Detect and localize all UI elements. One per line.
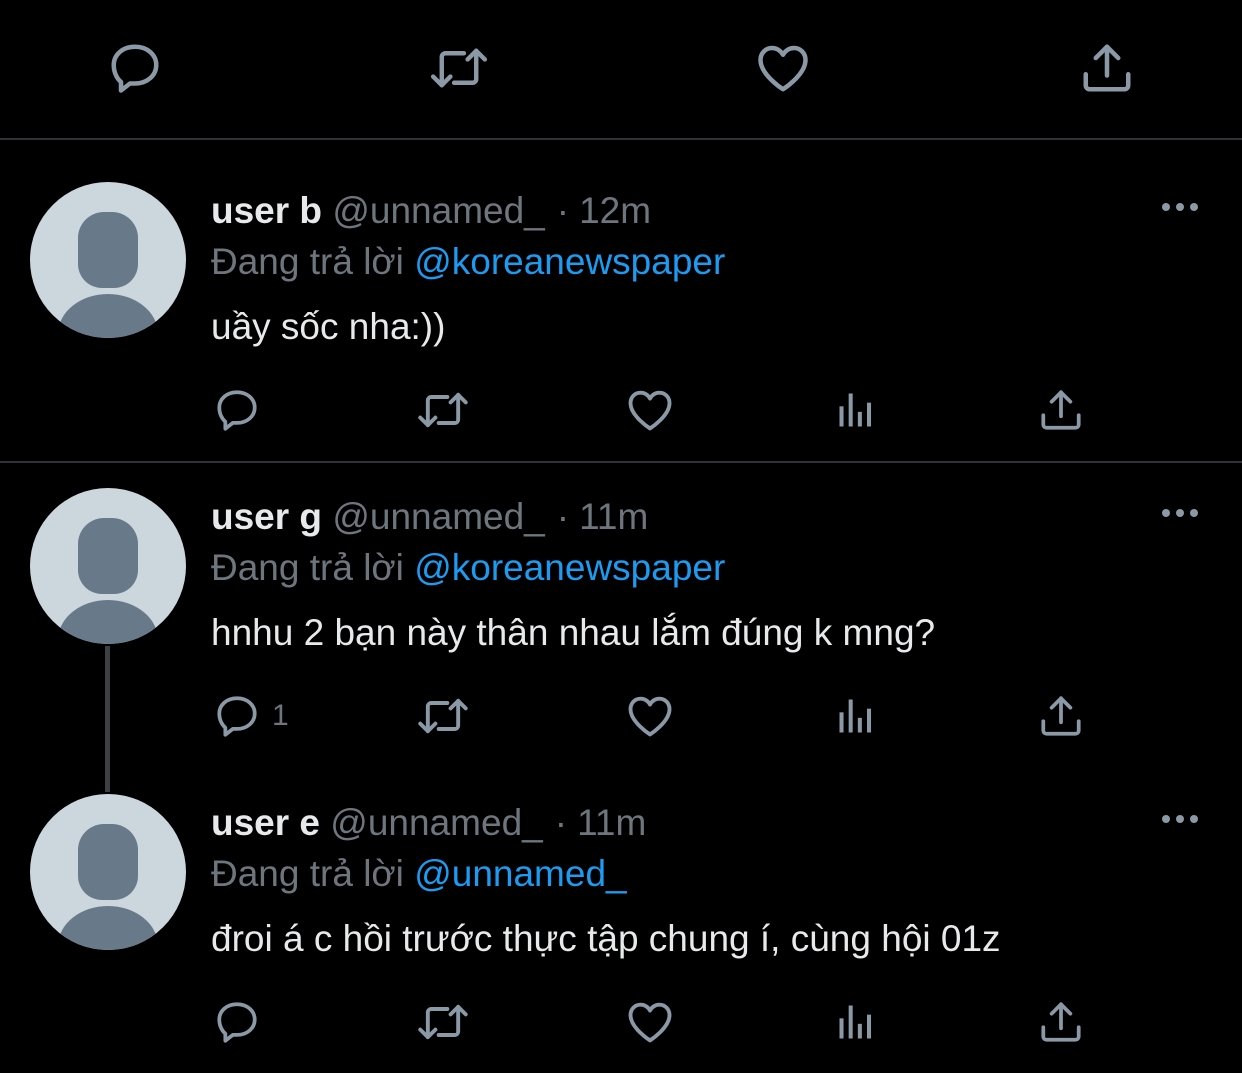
retweet-icon[interactable] bbox=[414, 994, 472, 1050]
analytics-icon[interactable] bbox=[834, 688, 878, 744]
timestamp[interactable]: 12m bbox=[579, 190, 651, 231]
separator-dot: · bbox=[556, 496, 570, 537]
reply-icon[interactable]: 1 bbox=[212, 688, 289, 744]
reply-icon[interactable] bbox=[212, 382, 272, 438]
user-handle[interactable]: @unnamed_ bbox=[332, 496, 544, 537]
avatar-body-shape bbox=[58, 906, 158, 950]
user-handle[interactable]: @unnamed_ bbox=[330, 802, 542, 843]
more-options-icon[interactable] bbox=[1155, 498, 1205, 528]
replying-to-line: Đang trả lời @koreanewspaper bbox=[211, 545, 725, 591]
tweet-header: user g @unnamed_ · 11m bbox=[211, 494, 648, 540]
reply-icon[interactable] bbox=[103, 36, 167, 100]
replying-to-label: Đang trả lời bbox=[211, 853, 404, 894]
avatar[interactable] bbox=[30, 182, 186, 338]
analytics-icon[interactable] bbox=[834, 994, 878, 1050]
share-icon[interactable] bbox=[1036, 382, 1086, 438]
replying-to-line: Đang trả lời @unnamed_ bbox=[211, 851, 627, 897]
retweet-icon[interactable] bbox=[414, 382, 472, 438]
main-tweet-action-bar bbox=[0, 0, 1242, 138]
tweet-text: hnhu 2 bạn này thân nhau lắm đúng k mng? bbox=[211, 612, 936, 653]
timestamp[interactable]: 11m bbox=[579, 496, 648, 537]
user-handle[interactable]: @unnamed_ bbox=[332, 190, 544, 231]
analytics-icon[interactable] bbox=[834, 382, 878, 438]
tweet-text: uầy sốc nha:)) bbox=[211, 306, 446, 347]
divider bbox=[0, 138, 1242, 140]
avatar[interactable] bbox=[30, 794, 186, 950]
replying-to-mention[interactable]: @koreanewspaper bbox=[414, 547, 725, 588]
more-options-icon[interactable] bbox=[1155, 804, 1205, 834]
more-options-icon[interactable] bbox=[1155, 192, 1205, 222]
tweet-action-bar: 1 bbox=[0, 688, 1242, 748]
avatar-body-shape bbox=[58, 600, 158, 644]
avatar[interactable] bbox=[30, 488, 186, 644]
replying-to-mention[interactable]: @unnamed_ bbox=[414, 853, 626, 894]
display-name[interactable]: user e bbox=[211, 802, 320, 843]
avatar-head-shape bbox=[78, 824, 138, 900]
tweet-header: user e @unnamed_ · 11m bbox=[211, 800, 646, 846]
tweet-thread-page: user b @unnamed_ · 12m Đang trả lời @korea… bbox=[0, 0, 1242, 1073]
separator-dot: · bbox=[556, 190, 570, 231]
avatar-head-shape bbox=[78, 212, 138, 288]
divider bbox=[0, 461, 1242, 463]
like-icon[interactable] bbox=[624, 382, 676, 438]
retweet-icon[interactable] bbox=[414, 688, 472, 744]
reply-icon[interactable] bbox=[212, 994, 272, 1050]
display-name[interactable]: user b bbox=[211, 190, 322, 231]
share-icon[interactable] bbox=[1036, 994, 1086, 1050]
separator-dot: · bbox=[554, 802, 568, 843]
share-icon[interactable] bbox=[1075, 36, 1139, 100]
tweet-header: user b @unnamed_ · 12m bbox=[211, 188, 651, 234]
like-icon[interactable] bbox=[624, 688, 676, 744]
avatar-head-shape bbox=[78, 518, 138, 594]
replying-to-line: Đang trả lời @koreanewspaper bbox=[211, 239, 725, 285]
retweet-icon[interactable] bbox=[427, 36, 491, 100]
avatar-body-shape bbox=[58, 294, 158, 338]
like-icon[interactable] bbox=[624, 994, 676, 1050]
replying-to-label: Đang trả lời bbox=[211, 547, 404, 588]
tweet-text: đroi á c hồi trước thực tập chung í, cùn… bbox=[211, 918, 1001, 959]
timestamp[interactable]: 11m bbox=[577, 802, 646, 843]
tweet-action-bar bbox=[0, 382, 1242, 442]
replying-to-mention[interactable]: @koreanewspaper bbox=[414, 241, 725, 282]
display-name[interactable]: user g bbox=[211, 496, 322, 537]
replying-to-label: Đang trả lời bbox=[211, 241, 404, 282]
tweet-action-bar bbox=[0, 994, 1242, 1054]
like-icon[interactable] bbox=[751, 36, 815, 100]
reply-count: 1 bbox=[272, 699, 289, 732]
share-icon[interactable] bbox=[1036, 688, 1086, 744]
